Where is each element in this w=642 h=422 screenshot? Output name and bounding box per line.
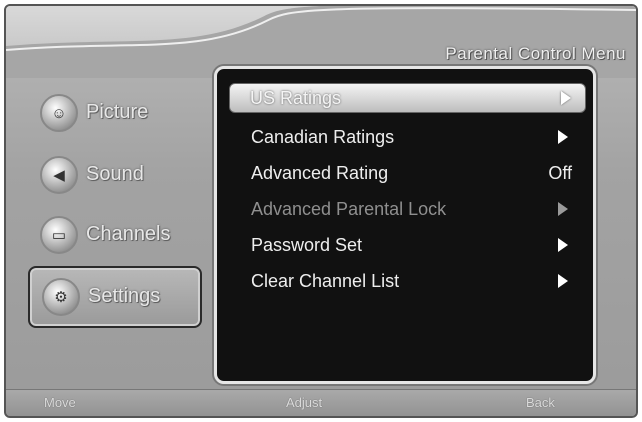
channels-icon: ▭ — [40, 216, 78, 254]
menu-item-password-set[interactable]: Password Set — [235, 231, 580, 259]
sidebar-item-channels[interactable]: ▭ Channels — [28, 206, 198, 264]
footer-hint-adjust: Adjust — [286, 395, 323, 410]
chevron-right-icon — [558, 238, 568, 252]
chevron-right-icon — [558, 130, 568, 144]
sidebar-item-label: Channels — [86, 223, 171, 245]
chevron-right-icon — [558, 274, 568, 288]
menu-item-label: Clear Channel List — [251, 271, 400, 291]
sidebar-item-picture[interactable]: ☺ Picture — [28, 84, 198, 142]
gear-icon: ⚙ — [42, 278, 80, 316]
menu-item-value: Off — [548, 163, 572, 183]
menu-item-advanced-rating[interactable]: Advanced Rating Off — [235, 159, 580, 187]
page-title: Parental Control Menu — [445, 44, 626, 63]
sidebar-item-label: Settings — [88, 285, 161, 307]
speaker-icon: ◀ — [40, 156, 78, 194]
tv-menu-screen: Parental Control Menu ☺ Picture ◀ Sound … — [4, 4, 638, 418]
sidebar-item-label: Picture — [86, 101, 149, 123]
footer-hint-bar: Move Adjust Back — [6, 389, 636, 416]
parental-control-panel: US Ratings Canadian Ratings Advanced Rat… — [214, 66, 596, 384]
menu-item-clear-channel-list[interactable]: Clear Channel List — [235, 267, 580, 295]
picture-icon: ☺ — [40, 94, 78, 132]
menu-item-advanced-parental-lock[interactable]: Advanced Parental Lock — [235, 195, 580, 223]
menu-item-label: Advanced Rating — [251, 163, 389, 183]
sidebar-item-label: Sound — [86, 163, 144, 185]
menu-item-canadian-ratings[interactable]: Canadian Ratings — [235, 123, 580, 151]
menu-item-label: US Ratings — [250, 88, 342, 108]
chevron-right-icon — [558, 202, 568, 216]
chevron-right-icon — [561, 91, 571, 105]
menu-item-label: Password Set — [251, 235, 363, 255]
footer-hint-move: Move — [44, 395, 76, 410]
sidebar-item-sound[interactable]: ◀ Sound — [28, 146, 198, 204]
menu-item-label: Advanced Parental Lock — [251, 199, 447, 219]
sidebar-item-settings[interactable]: ⚙ Settings — [28, 266, 202, 328]
footer-hint-back: Back — [526, 395, 555, 410]
menu-item-label: Canadian Ratings — [251, 127, 395, 147]
menu-item-us-ratings[interactable]: US Ratings — [229, 83, 586, 113]
